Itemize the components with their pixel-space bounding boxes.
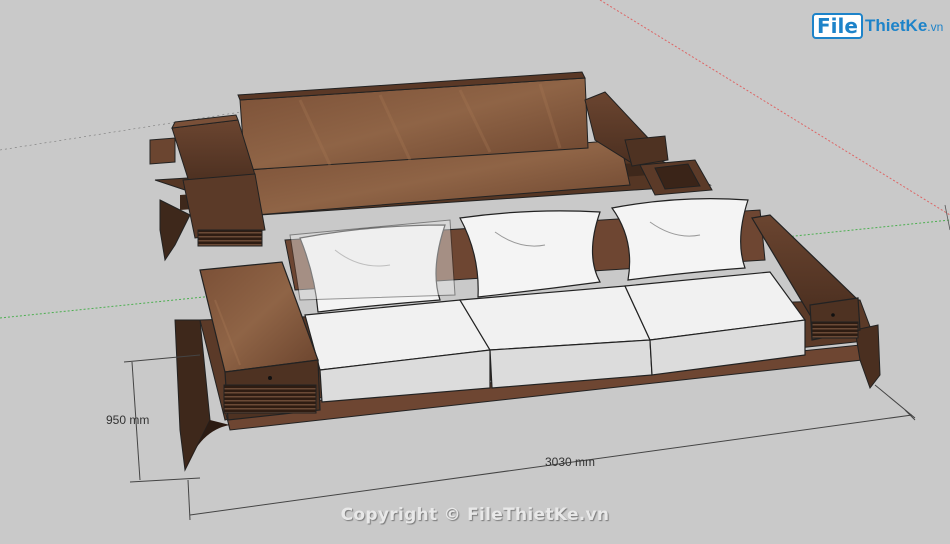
logo-rest-text: ThietKe.vn — [865, 16, 943, 36]
width-dimension-label: 3030 mm — [545, 455, 596, 469]
sketchup-scene — [0, 0, 950, 521]
logo-brand-text: ThietKe — [864, 16, 928, 35]
copyright-watermark: Copyright © FileThietKe.vn — [340, 505, 610, 525]
filethietke-logo: File ThietKe.vn — [812, 12, 943, 40]
depth-dimension-label: 950 mm — [106, 413, 150, 427]
front-sofa — [174, 198, 881, 472]
logo-tld-text: .vn — [927, 20, 944, 34]
logo-file-text: File — [812, 13, 863, 39]
